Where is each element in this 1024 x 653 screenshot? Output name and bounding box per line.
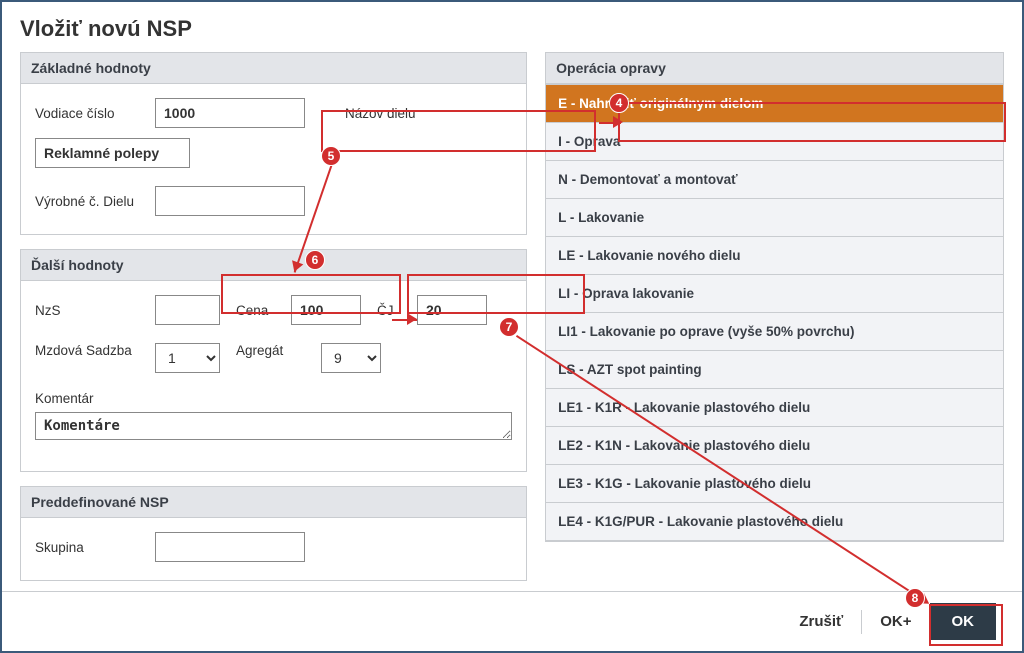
- panel-further-body: NzS Cena ČJ Mzdová Sadzba 1 Agregát 9: [21, 281, 526, 471]
- operation-item-1[interactable]: I - Oprava: [546, 123, 1003, 161]
- annotation-marker-6: 6: [305, 250, 325, 270]
- skupina-input[interactable]: [155, 532, 305, 562]
- cena-label: Cena: [236, 303, 281, 318]
- ok-button[interactable]: OK: [930, 603, 997, 640]
- annotation-marker-5: 5: [321, 146, 341, 166]
- panel-basic: Základné hodnoty Vodiace číslo Názov die…: [20, 52, 527, 235]
- mzdova-label: Mzdová Sadzba: [35, 343, 145, 358]
- agregat-label: Agregát: [236, 343, 311, 358]
- annotation-arrow-7: [407, 313, 417, 325]
- panel-further-header: Ďalší hodnoty: [21, 250, 526, 281]
- vodiace-cislo-label: Vodiace číslo: [35, 106, 145, 121]
- skupina-label: Skupina: [35, 540, 145, 555]
- cena-input[interactable]: [291, 295, 361, 325]
- cancel-button[interactable]: Zrušiť: [799, 613, 843, 630]
- left-column: Základné hodnoty Vodiace číslo Názov die…: [20, 52, 527, 581]
- nazov-dielu-input[interactable]: [35, 138, 190, 168]
- operation-item-4[interactable]: LE - Lakovanie nového dielu: [546, 237, 1003, 275]
- operation-item-9[interactable]: LE2 - K1N - Lakovanie plastového dielu: [546, 427, 1003, 465]
- annotation-marker-8: 8: [905, 588, 925, 608]
- vyrobne-c-dielu-label: Výrobné č. Dielu: [35, 194, 145, 209]
- vodiace-cislo-input[interactable]: [155, 98, 305, 128]
- panel-basic-header: Základné hodnoty: [21, 53, 526, 84]
- operation-item-7[interactable]: LS - AZT spot painting: [546, 351, 1003, 389]
- operation-item-5[interactable]: LI - Oprava lakovanie: [546, 275, 1003, 313]
- operation-item-6[interactable]: LI1 - Lakovanie po oprave (vyše 50% povr…: [546, 313, 1003, 351]
- operation-item-10[interactable]: LE3 - K1G - Lakovanie plastového dielu: [546, 465, 1003, 503]
- operation-item-11[interactable]: LE4 - K1G/PUR - Lakovanie plastového die…: [546, 503, 1003, 541]
- panel-basic-body: Vodiace číslo Názov dielu Výrobné č. Die…: [21, 84, 526, 234]
- ok-plus-button[interactable]: OK+: [880, 613, 911, 630]
- operations-list: E - Nahradiť originálnym dielomI - Oprav…: [546, 84, 1003, 541]
- dialog-footer: Zrušiť OK+ OK: [2, 591, 1022, 651]
- panel-preddef-body: Skupina: [21, 518, 526, 580]
- mzdova-select[interactable]: 1: [155, 343, 220, 373]
- cj-input[interactable]: [417, 295, 487, 325]
- komentar-textarea[interactable]: [35, 412, 512, 440]
- operation-item-8[interactable]: LE1 - K1R - Lakovanie plastového dielu: [546, 389, 1003, 427]
- panel-preddef-header: Preddefinované NSP: [21, 487, 526, 518]
- nzs-label: NzS: [35, 303, 145, 318]
- annotation-arrow-4: [613, 116, 623, 128]
- komentar-label: Komentár: [35, 391, 512, 406]
- panel-preddef: Preddefinované NSP Skupina: [20, 486, 527, 581]
- agregat-select[interactable]: 9: [321, 343, 381, 373]
- panel-operations-header: Operácia opravy: [546, 53, 1003, 84]
- footer-divider: [861, 610, 862, 634]
- operation-item-2[interactable]: N - Demontovať a montovať: [546, 161, 1003, 199]
- panel-further: Ďalší hodnoty NzS Cena ČJ Mzdová Sadzba …: [20, 249, 527, 472]
- operation-item-3[interactable]: L - Lakovanie: [546, 199, 1003, 237]
- nzs-input[interactable]: [155, 295, 220, 325]
- annotation-marker-4: 4: [609, 93, 629, 113]
- dialog-title: Vložiť novú NSP: [2, 2, 1022, 52]
- vyrobne-c-dielu-input[interactable]: [155, 186, 305, 216]
- cj-label: ČJ: [377, 303, 407, 318]
- annotation-marker-7: 7: [499, 317, 519, 337]
- nazov-dielu-label: Názov dielu: [345, 106, 416, 121]
